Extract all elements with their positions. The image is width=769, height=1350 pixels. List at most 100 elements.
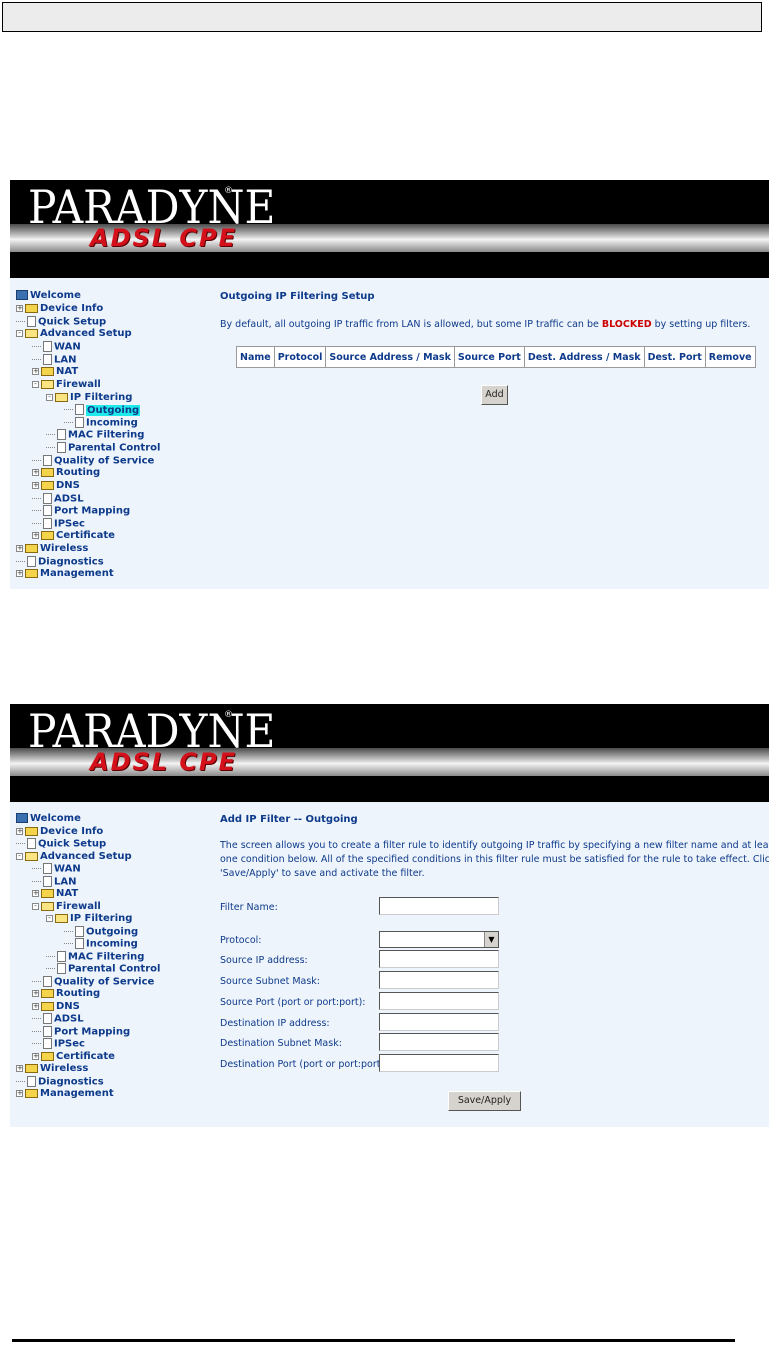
- tree-item-mac-filtering[interactable]: MAC Filtering: [46, 429, 144, 441]
- folder-open-icon: [41, 901, 54, 911]
- expand-plus-icon[interactable]: +: [16, 1089, 23, 1097]
- expand-plus-icon[interactable]: +: [32, 989, 39, 997]
- tree-item-lan[interactable]: LAN: [32, 876, 76, 888]
- tree-item-dns[interactable]: + DNS: [32, 480, 80, 492]
- chevron-down-icon[interactable]: ▼: [484, 932, 498, 947]
- tree-item-certificate[interactable]: + Certificate: [32, 530, 115, 542]
- expand-plus-icon[interactable]: +: [32, 481, 39, 489]
- tree-item-adsl[interactable]: ADSL: [32, 1013, 84, 1025]
- folder-icon: [41, 888, 54, 898]
- tree-item-wireless[interactable]: + Wireless: [16, 1063, 88, 1075]
- expand-plus-icon[interactable]: +: [32, 468, 39, 476]
- expand-plus-icon[interactable]: +: [32, 1052, 39, 1060]
- folder-icon: [41, 530, 54, 540]
- expand-plus-icon[interactable]: +: [32, 1002, 39, 1010]
- tree-item-port-mapping[interactable]: Port Mapping: [32, 505, 130, 517]
- save-apply-button[interactable]: Save/Apply: [448, 1091, 521, 1111]
- tree-item-port-mapping[interactable]: Port Mapping: [32, 1026, 130, 1038]
- dest-mask-input[interactable]: [379, 1033, 499, 1051]
- tree-item-routing[interactable]: + Routing: [32, 467, 100, 479]
- tree-item-welcome[interactable]: Welcome: [16, 290, 81, 302]
- expand-plus-icon[interactable]: +: [32, 367, 39, 375]
- tree-item-routing[interactable]: + Routing: [32, 988, 100, 1000]
- column-header: Dest. Address / Mask: [523, 346, 645, 368]
- folder-icon: [41, 480, 54, 490]
- collapse-minus-icon[interactable]: -: [46, 914, 53, 922]
- tree-item-wan[interactable]: WAN: [32, 863, 81, 875]
- tree-item-nat[interactable]: + NAT: [32, 366, 78, 378]
- tree-item-nat[interactable]: + NAT: [32, 888, 78, 900]
- dest-ip-input[interactable]: [379, 1013, 499, 1031]
- column-header: Remove: [704, 346, 756, 368]
- folder-icon: [25, 303, 38, 313]
- tree-item-incoming[interactable]: Incoming: [64, 417, 138, 429]
- brand-subtitle: ADSL CPE: [90, 224, 238, 252]
- tree-item-device-info[interactable]: + Device Info: [16, 826, 103, 838]
- page-icon: [27, 556, 36, 567]
- folder-icon: [41, 467, 54, 477]
- tree-item-ipsec[interactable]: IPSec: [32, 1038, 85, 1050]
- collapse-minus-icon[interactable]: -: [16, 329, 23, 337]
- tree-item-firewall[interactable]: - Firewall: [32, 901, 101, 913]
- column-header: Dest. Port: [643, 346, 706, 368]
- tree-item-ipsec[interactable]: IPSec: [32, 518, 85, 530]
- tree-item-management[interactable]: + Management: [16, 1088, 114, 1100]
- tree-item-advanced-setup[interactable]: - Advanced Setup: [16, 328, 132, 340]
- tree-item-dns[interactable]: + DNS: [32, 1001, 80, 1013]
- tree-item-welcome[interactable]: Welcome: [16, 813, 81, 825]
- tree-item-diagnostics[interactable]: Diagnostics: [16, 1076, 104, 1088]
- expand-plus-icon[interactable]: +: [16, 544, 23, 552]
- tree-item-outgoing[interactable]: Outgoing: [64, 926, 138, 938]
- expand-plus-icon[interactable]: +: [16, 827, 23, 835]
- expand-plus-icon[interactable]: +: [16, 1064, 23, 1072]
- add-button[interactable]: Add: [481, 385, 508, 405]
- tree-item-outgoing[interactable]: Outgoing: [64, 404, 141, 416]
- tree-item-ip-filtering[interactable]: - IP Filtering: [46, 392, 132, 404]
- tree-item-lan[interactable]: LAN: [32, 354, 76, 366]
- page-icon: [75, 926, 84, 937]
- tree-item-advanced-setup[interactable]: - Advanced Setup: [16, 851, 132, 863]
- expand-plus-icon[interactable]: +: [32, 889, 39, 897]
- page-icon: [43, 341, 52, 352]
- source-mask-input[interactable]: [379, 971, 499, 989]
- expand-plus-icon[interactable]: +: [16, 569, 23, 577]
- collapse-minus-icon[interactable]: -: [46, 393, 53, 401]
- page-description: By default, all outgoing IP traffic from…: [220, 319, 751, 330]
- page-icon: [43, 863, 52, 874]
- protocol-select[interactable]: ▼: [379, 931, 499, 948]
- source-port-input[interactable]: [379, 992, 499, 1010]
- dest-mask-label: Destination Subnet Mask:: [220, 1038, 342, 1049]
- tree-item-ip-filtering[interactable]: - IP Filtering: [46, 913, 132, 925]
- tree-item-quick-setup[interactable]: Quick Setup: [16, 316, 106, 328]
- tree-item-incoming[interactable]: Incoming: [64, 938, 138, 950]
- page-footer-rule: [12, 1339, 735, 1342]
- tree-item-quick-setup[interactable]: Quick Setup: [16, 838, 106, 850]
- tree-item-mac-filtering[interactable]: MAC Filtering: [46, 951, 144, 963]
- table-header-row: Name Protocol Source Address / Mask Sour…: [236, 346, 756, 368]
- page-icon: [43, 1026, 52, 1037]
- tree-item-device-info[interactable]: + Device Info: [16, 303, 103, 315]
- tree-item-qos[interactable]: Quality of Service: [32, 455, 154, 467]
- page-icon: [43, 505, 52, 516]
- page-icon: [43, 455, 52, 466]
- filter-name-input[interactable]: [379, 897, 499, 915]
- tree-item-management[interactable]: + Management: [16, 568, 114, 580]
- registered-mark: ®: [224, 186, 233, 196]
- tree-item-certificate[interactable]: + Certificate: [32, 1051, 115, 1063]
- tree-item-diagnostics[interactable]: Diagnostics: [16, 556, 104, 568]
- collapse-minus-icon[interactable]: -: [32, 902, 39, 910]
- tree-item-wan[interactable]: WAN: [32, 341, 81, 353]
- expand-plus-icon[interactable]: +: [16, 304, 23, 312]
- tree-item-firewall[interactable]: - Firewall: [32, 379, 101, 391]
- source-ip-input[interactable]: [379, 950, 499, 968]
- collapse-minus-icon[interactable]: -: [16, 852, 23, 860]
- dest-port-input[interactable]: [379, 1054, 499, 1072]
- tree-item-parental-control[interactable]: Parental Control: [46, 963, 160, 975]
- page-icon: [27, 838, 36, 849]
- tree-item-adsl[interactable]: ADSL: [32, 493, 84, 505]
- collapse-minus-icon[interactable]: -: [32, 380, 39, 388]
- tree-item-parental-control[interactable]: Parental Control: [46, 442, 160, 454]
- tree-item-wireless[interactable]: + Wireless: [16, 543, 88, 555]
- tree-item-qos[interactable]: Quality of Service: [32, 976, 154, 988]
- expand-plus-icon[interactable]: +: [32, 531, 39, 539]
